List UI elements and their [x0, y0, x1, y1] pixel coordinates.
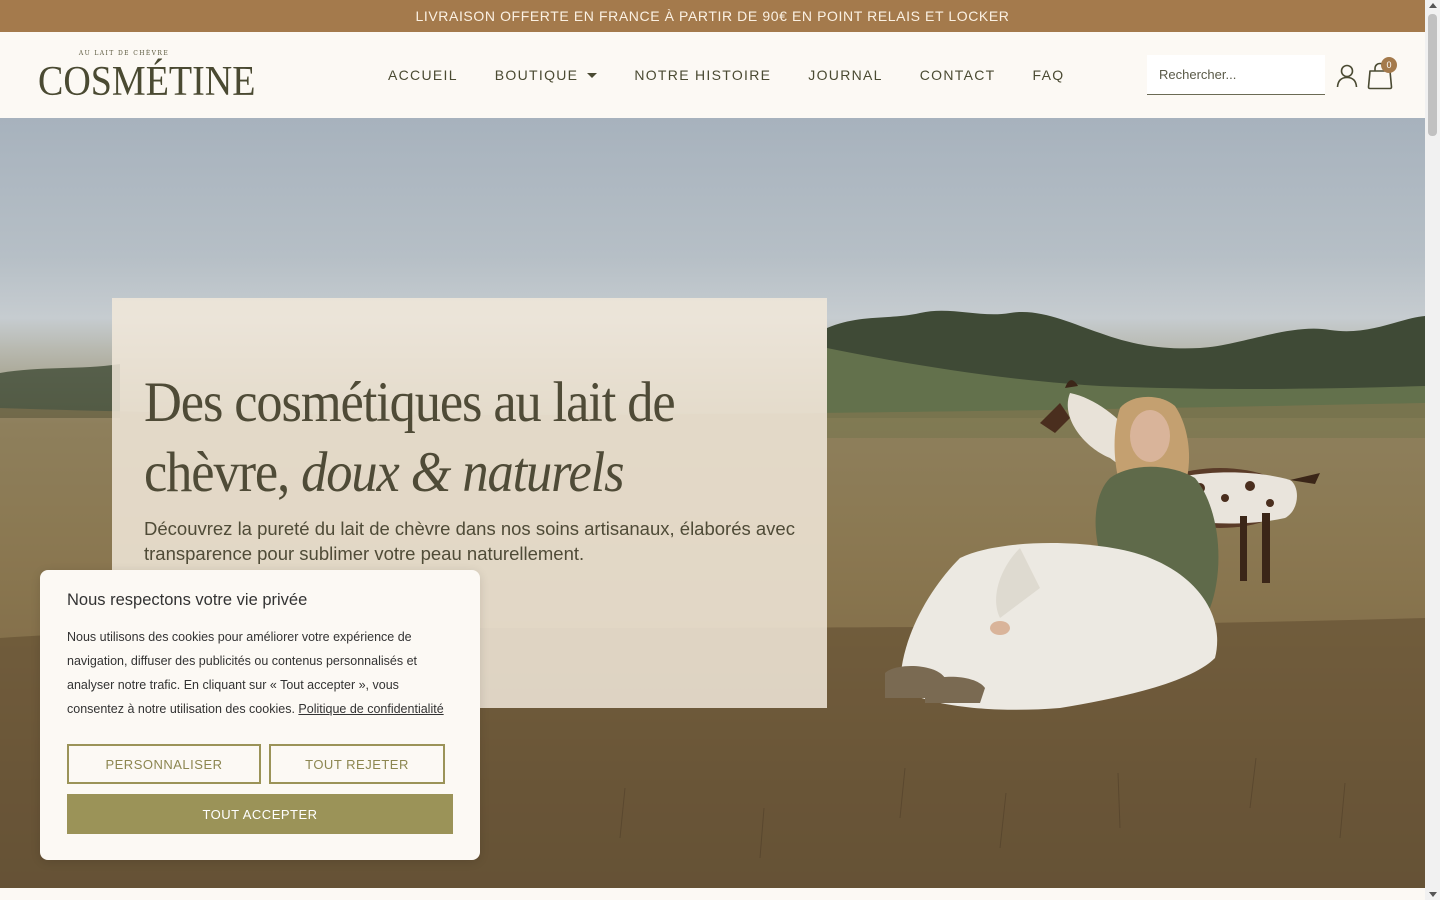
announcement-bar: LIVRAISON OFFERTE EN FRANCE À PARTIR DE … [0, 0, 1425, 32]
hero-subtitle: Découvrez la pureté du lait de chèvre da… [144, 518, 795, 564]
user-icon[interactable] [1336, 64, 1358, 88]
nav-item-journal[interactable]: JOURNAL [808, 67, 882, 83]
nav-label: NOTRE HISTOIRE [634, 67, 772, 83]
hero-title-line1: Des cosmétiques au lait de [144, 371, 676, 434]
hero-title: Des cosmétiques au lait de chèvre, doux … [144, 368, 770, 508]
nav-label: ACCUEIL [388, 67, 458, 83]
nav-item-accueil[interactable]: ACCUEIL [388, 67, 458, 83]
logo-tagline: AU LAIT DE CHÈVRE [78, 50, 170, 57]
page-scrollbar[interactable] [1425, 0, 1440, 900]
logo-wordmark: COSMÉTINE [38, 58, 256, 106]
cookie-consent-dialog: Nous respectons votre vie privée Nous ut… [40, 570, 480, 860]
scroll-up-icon[interactable] [1429, 3, 1437, 8]
nav-item-notre-histoire[interactable]: NOTRE HISTOIRE [634, 67, 771, 83]
hero-title-line2: chèvre, [144, 441, 302, 504]
announcement-text: LIVRAISON OFFERTE EN FRANCE À PARTIR DE … [415, 8, 1010, 24]
scroll-down-icon[interactable] [1429, 892, 1437, 897]
customize-button[interactable]: PERSONNALISER [67, 744, 261, 784]
reject-all-button[interactable]: TOUT REJETER [269, 744, 445, 784]
cookie-text: Nous utilisons des cookies pour améliore… [67, 625, 459, 721]
site-header: AU LAIT DE CHÈVRE COSMÉTINE ACCUEIL BOUT… [0, 32, 1425, 118]
search-input[interactable] [1147, 55, 1325, 95]
nav-label: FAQ [1032, 67, 1065, 83]
caret-down-icon [587, 72, 598, 78]
nav-item-faq[interactable]: FAQ [1032, 67, 1064, 83]
nav-item-boutique[interactable]: BOUTIQUE [495, 67, 598, 83]
nav-label: CONTACT [919, 67, 996, 83]
cart-count-badge: 0 [1381, 57, 1397, 73]
accept-all-button[interactable]: TOUT ACCEPTER [67, 794, 453, 834]
nav-item-contact[interactable]: CONTACT [920, 67, 996, 83]
scrollbar-thumb[interactable] [1428, 14, 1437, 136]
main-nav: ACCUEIL BOUTIQUE NOTRE HISTOIRE JOURNAL … [388, 32, 1101, 118]
nav-label: JOURNAL [808, 67, 883, 83]
cookie-title: Nous respectons votre vie privée [67, 591, 308, 609]
privacy-policy-link[interactable]: Politique de confidentialité [298, 702, 443, 716]
hero-title-italic: doux & naturels [301, 441, 624, 504]
nav-label: BOUTIQUE [494, 67, 579, 83]
logo[interactable]: AU LAIT DE CHÈVRE COSMÉTINE [38, 50, 255, 105]
